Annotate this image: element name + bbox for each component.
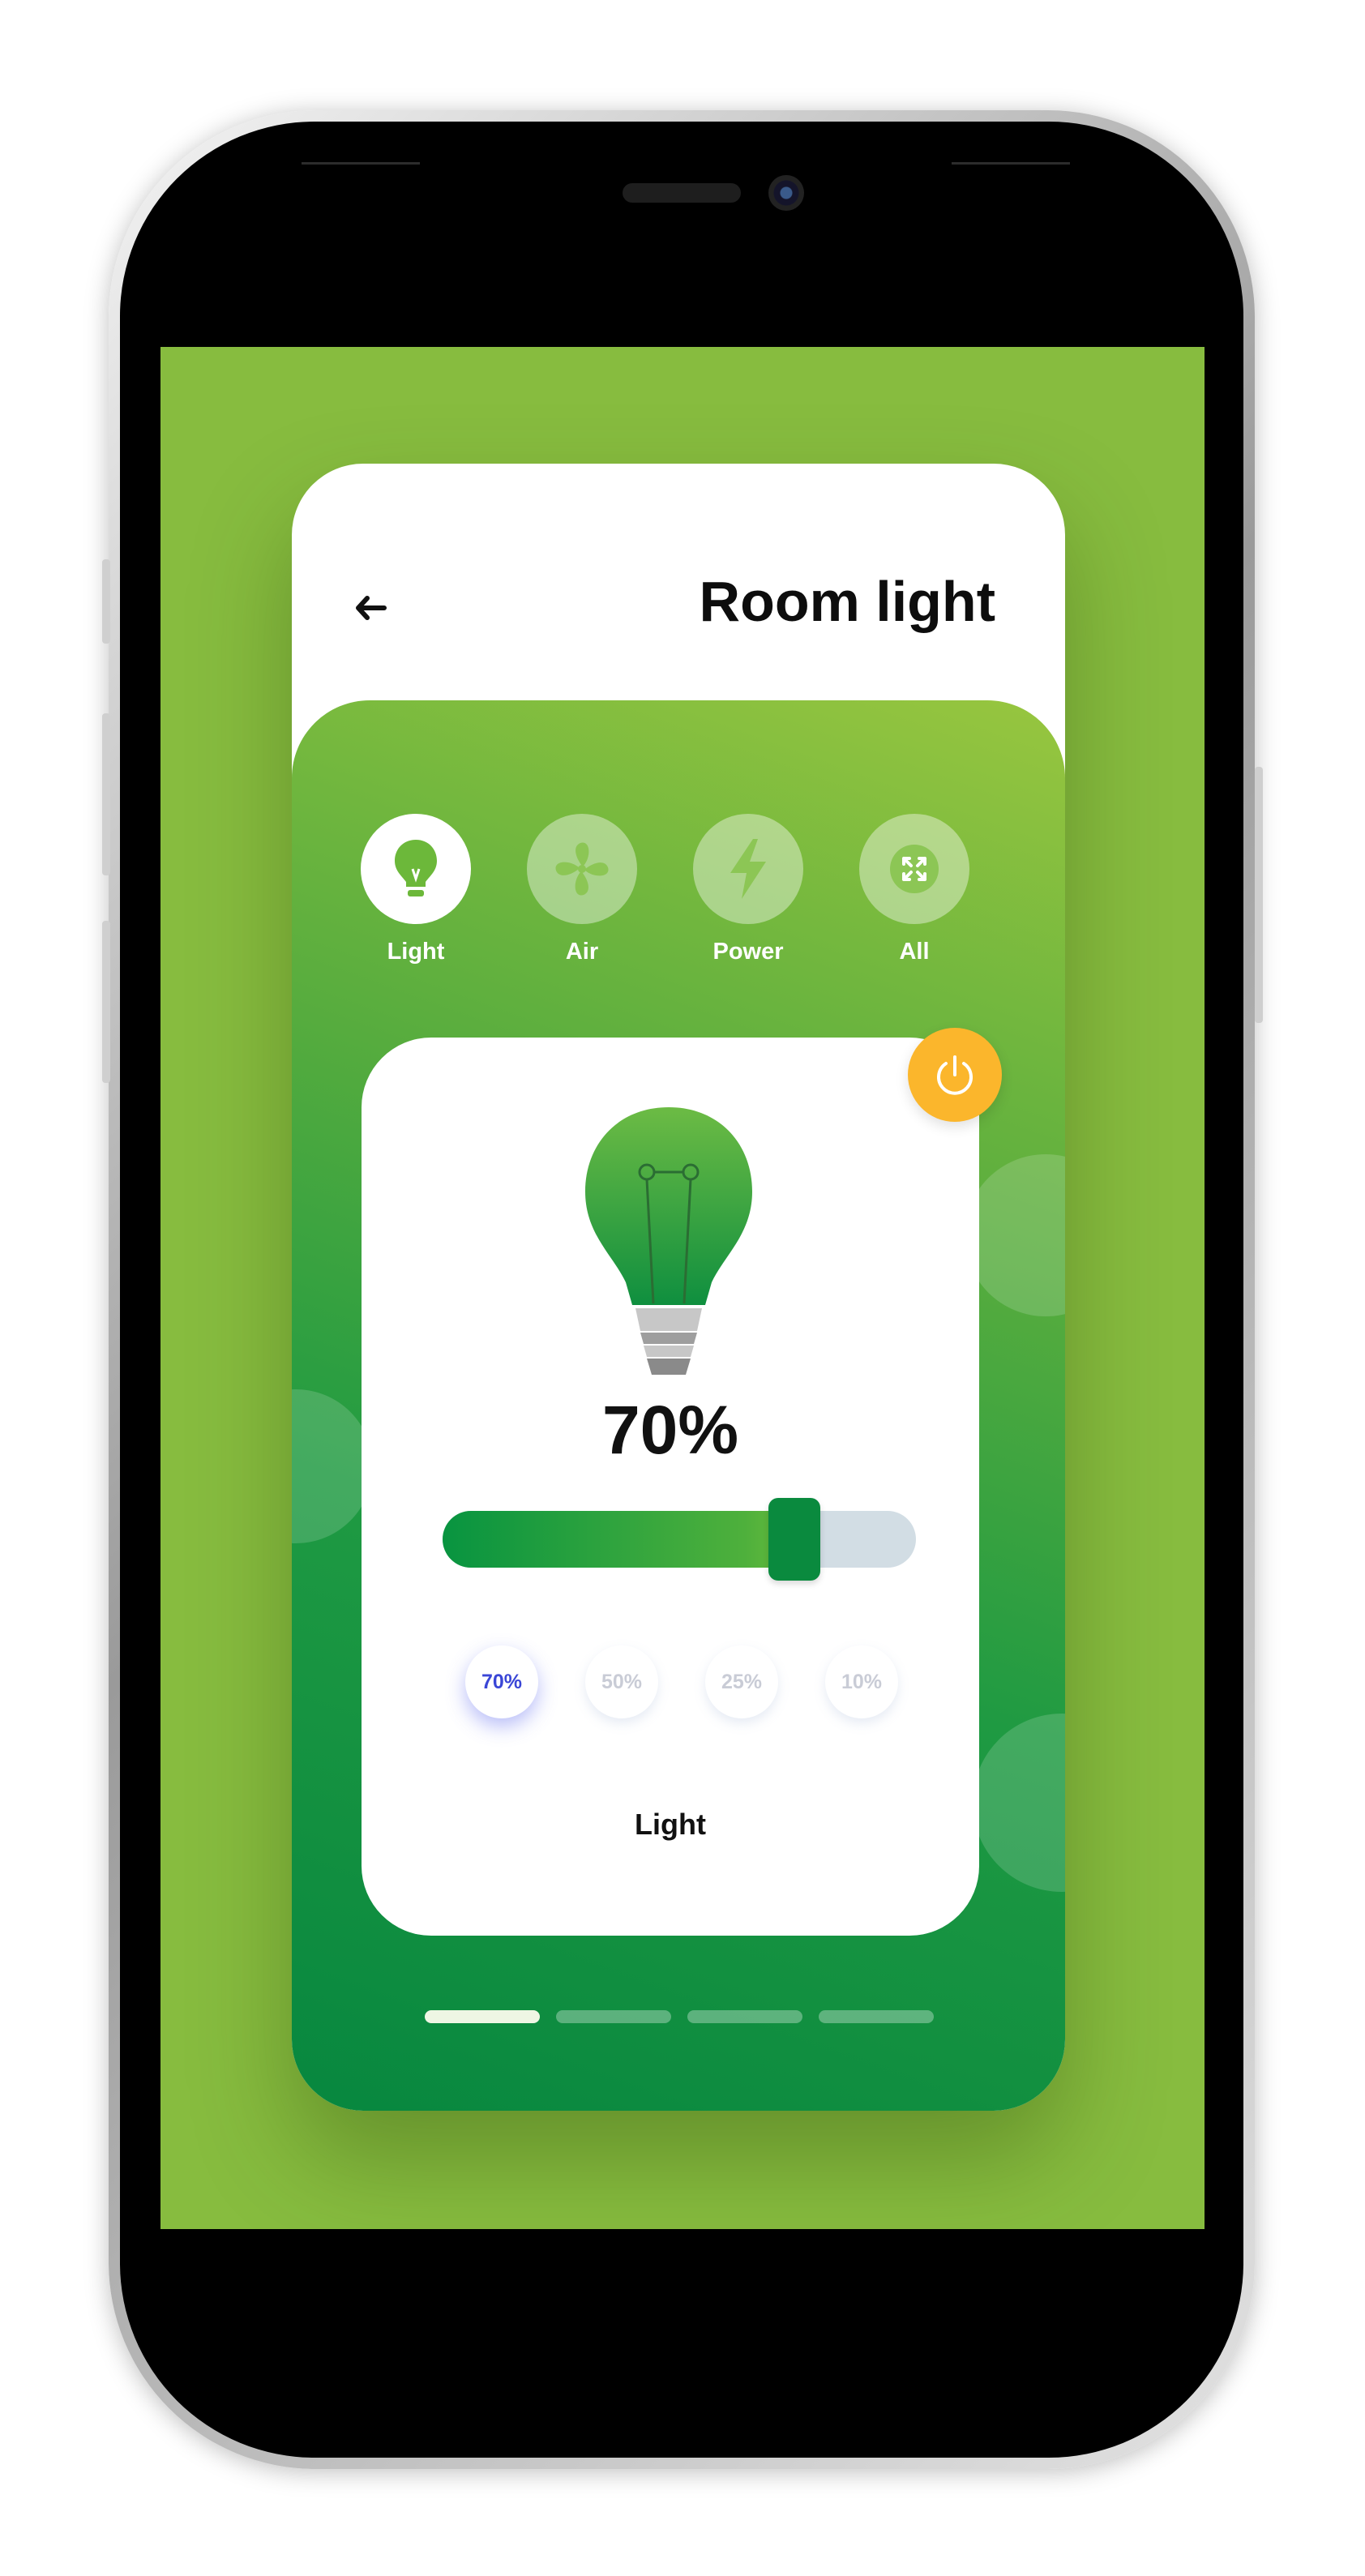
lightbulb-icon [395, 840, 437, 896]
brightness-slider-thumb[interactable] [768, 1498, 820, 1581]
category-power-label: Power [712, 939, 784, 965]
preset-button-70[interactable]: 70% [465, 1645, 538, 1718]
page-indicator-dot[interactable] [687, 2010, 802, 2023]
page-indicator [425, 2010, 935, 2023]
power-button[interactable] [908, 1028, 1002, 1122]
lightbulb-illustration [585, 1107, 752, 1375]
antenna-line-left [302, 162, 420, 165]
category-light[interactable]: Light [355, 814, 477, 965]
cloud-decoration [973, 1714, 1065, 1892]
antenna-line-right [952, 162, 1070, 165]
brightness-readout: 70% [601, 1392, 739, 1468]
speaker-grille [623, 183, 741, 203]
cloud-decoration [965, 1154, 1065, 1316]
brightness-slider[interactable] [443, 1498, 916, 1581]
brightness-slider-fill [443, 1511, 798, 1568]
device-panel: Light Air Power All 70% 70% 50% 25% 10% … [292, 700, 1065, 2111]
category-air-label: Air [565, 939, 599, 965]
category-air-circle [527, 814, 637, 924]
lightning-bolt-icon [730, 839, 766, 899]
stage: Room light Light Air Power All 70% 70% 5… [0, 0, 1365, 2576]
page-indicator-dot[interactable] [556, 2010, 671, 2023]
power-side-button [1255, 767, 1263, 1023]
cloud-decoration [292, 1389, 373, 1543]
category-power-circle [693, 814, 803, 924]
volume-up-button [102, 713, 110, 875]
category-all-label: All [899, 939, 930, 965]
page-indicator-dot[interactable] [819, 2010, 934, 2023]
app-card: Room light Light Air Power All 70% 70% 5… [292, 464, 1065, 2111]
page-indicator-dot[interactable] [425, 2010, 540, 2023]
preset-row: 70% 50% 25% 10% [443, 1645, 916, 1727]
back-button[interactable] [347, 584, 396, 632]
fan-icon [555, 842, 609, 896]
expand-arrows-icon [890, 845, 939, 893]
preset-button-10[interactable]: 10% [825, 1645, 898, 1718]
category-air[interactable]: Air [521, 814, 643, 965]
category-all[interactable]: All [854, 814, 975, 965]
category-row: Light Air Power All [355, 814, 1003, 976]
mute-switch [102, 559, 110, 644]
category-all-circle [859, 814, 969, 924]
preset-button-50[interactable]: 50% [585, 1645, 658, 1718]
category-light-circle [361, 814, 471, 924]
camera-lens [768, 175, 804, 211]
preset-button-25[interactable]: 25% [705, 1645, 778, 1718]
category-power[interactable]: Power [687, 814, 809, 965]
power-icon [937, 1055, 973, 1095]
screen: Room light Light Air Power All 70% 70% 5… [160, 347, 1205, 2229]
category-light-label: Light [387, 939, 445, 965]
arrow-left-icon [356, 596, 387, 620]
light-control-card: 70% 70% 50% 25% 10% Light [362, 1038, 979, 1936]
device-label: Light [635, 1808, 706, 1841]
volume-down-button [102, 921, 110, 1083]
page-title: Room light [699, 570, 995, 633]
